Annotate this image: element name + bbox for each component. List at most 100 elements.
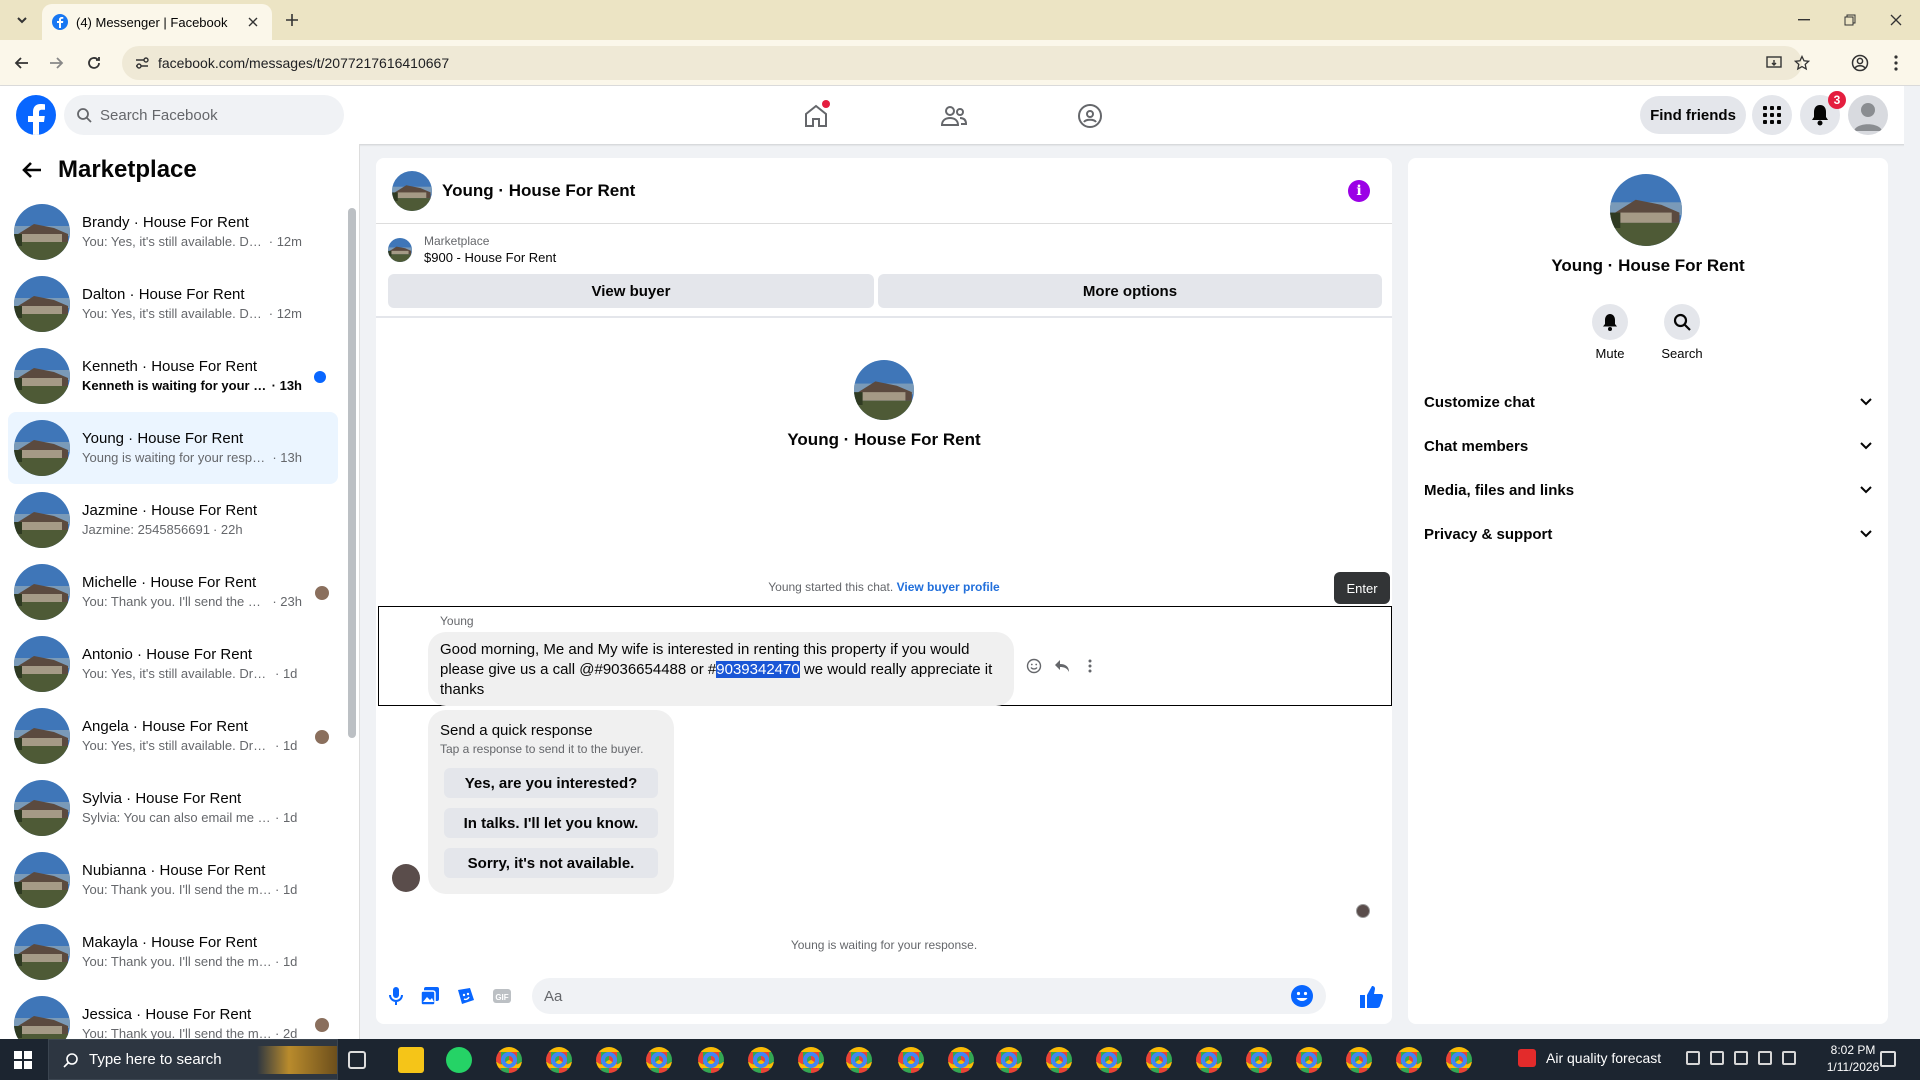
install-app-icon[interactable] [1762,51,1786,75]
reload-icon[interactable] [82,51,106,75]
back-icon[interactable] [10,51,34,75]
details-avatar[interactable] [1610,174,1682,246]
chrome-icon[interactable] [646,1047,672,1073]
conversation-item[interactable]: Young · House For Rent Young is waiting f… [8,412,338,484]
chrome-icon[interactable] [1196,1047,1222,1073]
message-input[interactable]: Aa [532,978,1326,1014]
action-center-icon[interactable] [1880,1051,1896,1067]
chat-title[interactable]: Young · House For Rent [442,181,635,201]
forward-icon[interactable] [44,51,68,75]
find-friends-button[interactable]: Find friends [1640,96,1746,134]
photo-icon[interactable] [418,984,442,1008]
more-actions-icon[interactable] [1080,656,1100,676]
chrome-icon[interactable] [698,1047,724,1073]
chrome-icon[interactable] [898,1047,924,1073]
tray-icon[interactable] [1734,1051,1748,1065]
conversation-item[interactable]: Makayla · House For Rent You: Thank you. … [8,916,338,988]
conversation-item[interactable]: Brandy · House For Rent You: Yes, it's st… [8,196,338,268]
reply-icon[interactable] [1052,656,1072,676]
search-in-chat-button[interactable]: Search [1652,304,1712,361]
tray-icon[interactable] [1686,1051,1700,1065]
conversation-item[interactable]: Jessica · House For Rent You: Thank you. … [8,988,338,1039]
message-bubble[interactable]: Good morning, Me and My wife is interest… [428,632,1014,706]
quick-response-in-talks-button[interactable]: In talks. I'll let you know. [444,808,658,838]
tray-icon[interactable] [1710,1051,1724,1065]
chrome-icon[interactable] [546,1047,572,1073]
weather-widget[interactable]: Air quality forecast [1518,1049,1661,1067]
profile-avatar[interactable] [1848,95,1888,135]
chrome-icon[interactable] [1246,1047,1272,1073]
conversation-item[interactable]: Michelle · House For Rent You: Thank you.… [8,556,338,628]
privacy-support-section[interactable]: Privacy & support [1424,512,1872,556]
conversation-item[interactable]: Sylvia · House For Rent Sylvia: You can a… [8,772,338,844]
chat-members-section[interactable]: Chat members [1424,424,1872,468]
groups-icon[interactable] [1070,96,1110,136]
chrome-icon[interactable] [996,1047,1022,1073]
bookmark-star-icon[interactable] [1790,51,1814,75]
conversation-item[interactable]: Jazmine · House For Rent Jazmine: 2545856… [8,484,338,556]
account-icon[interactable] [1848,51,1872,75]
media-files-links-section[interactable]: Media, files and links [1424,468,1872,512]
sidebar-scrollbar[interactable] [348,208,356,738]
chrome-icon[interactable] [596,1047,622,1073]
conversation-item[interactable]: Angela · House For Rent You: Yes, it's st… [8,700,338,772]
chrome-icon[interactable] [496,1047,522,1073]
view-buyer-button[interactable]: View buyer [388,274,874,308]
mute-button[interactable]: Mute [1580,304,1640,361]
gif-icon[interactable]: GIF [490,984,514,1008]
chrome-icon[interactable] [1146,1047,1172,1073]
chrome-icon[interactable] [1296,1047,1322,1073]
facebook-logo-icon[interactable] [16,95,56,135]
chrome-icon[interactable] [846,1047,872,1073]
task-view-icon[interactable] [348,1051,366,1069]
taskbar-clock[interactable]: 8:02 PM 1/11/2026 [1818,1042,1888,1076]
chrome-icon[interactable] [1396,1047,1422,1073]
menu-grid-icon[interactable] [1752,95,1792,135]
listing-thumbnail[interactable] [388,238,412,262]
close-window-icon[interactable] [1884,8,1908,32]
network-icon[interactable] [1758,1051,1772,1065]
tab-close-icon[interactable] [244,13,262,31]
chrome-icon[interactable] [948,1047,974,1073]
facebook-search-input[interactable]: Search Facebook [64,95,344,135]
browser-tab[interactable]: (4) Messenger | Facebook [42,4,272,40]
windows-start-icon[interactable] [14,1051,32,1069]
chrome-icon[interactable] [1046,1047,1072,1073]
chat-avatar[interactable] [392,170,432,211]
url-field[interactable]: facebook.com/messages/t/2077217616410667 [122,46,1810,80]
listing-price-title[interactable]: $900 - House For Rent [424,250,556,265]
new-tab-icon[interactable] [280,8,304,32]
microphone-icon[interactable] [384,984,408,1008]
taskbar-search-input[interactable]: Type here to search [48,1039,338,1080]
minimize-icon[interactable] [1792,8,1816,32]
back-arrow-icon[interactable] [20,158,44,182]
chrome-icon[interactable] [798,1047,824,1073]
file-explorer-icon[interactable] [398,1047,424,1073]
view-buyer-profile-link[interactable]: View buyer profile [897,580,1000,594]
conversation-item[interactable]: Dalton · House For Rent You: Yes, it's st… [8,268,338,340]
conversation-item[interactable]: Kenneth · House For Rent Kenneth is waiti… [8,340,338,412]
conversation-item[interactable]: Antonio · House For Rent You: Yes, it's s… [8,628,338,700]
browser-menu-icon[interactable] [1884,51,1908,75]
quick-response-not-available-button[interactable]: Sorry, it's not available. [444,848,658,878]
react-emoji-icon[interactable] [1024,656,1044,676]
quick-response-interested-button[interactable]: Yes, are you interested? [444,768,658,798]
volume-icon[interactable] [1782,1051,1796,1065]
emoji-icon[interactable] [1290,984,1314,1008]
system-tray[interactable] [1686,1051,1816,1069]
chrome-icon[interactable] [1096,1047,1122,1073]
home-icon[interactable] [796,96,836,136]
page-scrollbar[interactable] [1904,86,1920,1039]
whatsapp-icon[interactable] [446,1047,472,1073]
sticker-icon[interactable] [454,984,478,1008]
chrome-icon[interactable] [748,1047,774,1073]
friends-icon[interactable] [934,96,974,136]
thumbs-up-icon[interactable] [1358,984,1384,1010]
tab-search-chevron-icon[interactable] [10,8,34,32]
conversation-item[interactable]: Nubianna · House For Rent You: Thank you.… [8,844,338,916]
customize-chat-section[interactable]: Customize chat [1424,380,1872,424]
restore-icon[interactable] [1838,8,1862,32]
more-options-button[interactable]: More options [878,274,1382,308]
site-settings-icon[interactable] [134,55,150,71]
chrome-icon[interactable] [1346,1047,1372,1073]
